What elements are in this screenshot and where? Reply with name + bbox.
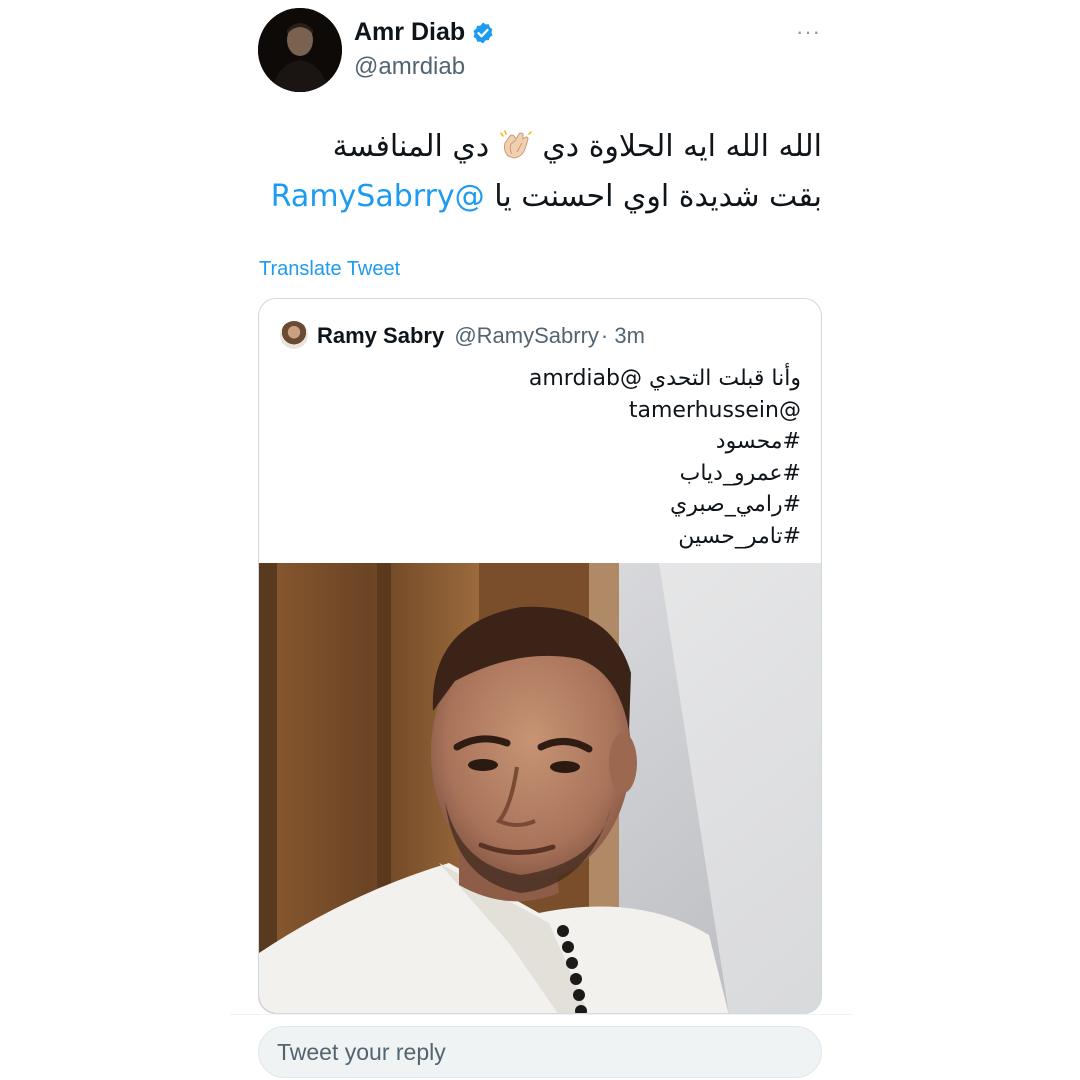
tweet-line-2: بقت شديدة اوي احسنت يا @RamySabrry [260, 172, 822, 222]
quoted-line: وأنا قبلت التحدي @amrdiab [528, 366, 801, 391]
quoted-tweet-time: · 3m [600, 323, 645, 348]
quoted-tweet-photo[interactable] [259, 563, 821, 1013]
reply-divider [230, 1014, 852, 1015]
tweet-line-2-text: بقت شديدة اوي احسنت يا [494, 179, 822, 214]
translate-tweet-link[interactable]: Translate Tweet [259, 258, 400, 281]
quoted-hashtag[interactable]: #رامي_صبري [301, 489, 801, 521]
clapping-hands-icon [500, 130, 532, 159]
quoted-line[interactable]: @tamerhussein [301, 395, 801, 427]
verified-badge-icon [473, 22, 493, 43]
tweet-line-1: الله الله ايه الحلاوة دي دي المنافسة [260, 122, 822, 172]
tweet-text: الله الله ايه الحلاوة دي دي المنافسة بقت… [260, 122, 822, 222]
reply-placeholder: Tweet your reply [277, 1038, 446, 1065]
quoted-tweet-card[interactable]: Ramy Sabry @RamySabrry· 3m وأنا قبلت الت… [258, 298, 822, 1014]
author-handle[interactable]: @amrdiab [354, 53, 465, 81]
quoted-hashtag[interactable]: #تامر_حسين [301, 521, 801, 553]
quoted-hashtag[interactable]: #محسود [301, 426, 801, 458]
author-name-row[interactable]: Amr Diab [354, 18, 495, 47]
quoted-tweet-text: وأنا قبلت التحدي @amrdiab @tamerhussein … [301, 363, 801, 552]
quoted-author-avatar[interactable] [280, 321, 308, 349]
reply-input[interactable]: Tweet your reply [258, 1026, 822, 1078]
tweet-line-1-text: الله الله ايه الحلاوة دي [542, 129, 822, 164]
author-name[interactable]: Amr Diab [354, 18, 465, 47]
ellipsis-icon[interactable]: ··· [796, 21, 822, 43]
quoted-author-name[interactable]: Ramy Sabry [317, 323, 444, 348]
quoted-author-handle[interactable]: @RamySabrry [454, 323, 599, 348]
mention-link[interactable]: @RamySabrry [271, 179, 485, 214]
author-avatar[interactable] [258, 8, 342, 92]
quoted-hashtag[interactable]: #عمرو_دياب [301, 458, 801, 490]
man-portrait-photo [259, 563, 821, 1013]
tweet-line-1-end: دي المنافسة [332, 129, 490, 164]
quoted-tweet-header: Ramy Sabry @RamySabrry· 3m [317, 323, 645, 349]
author-photo [258, 8, 342, 92]
